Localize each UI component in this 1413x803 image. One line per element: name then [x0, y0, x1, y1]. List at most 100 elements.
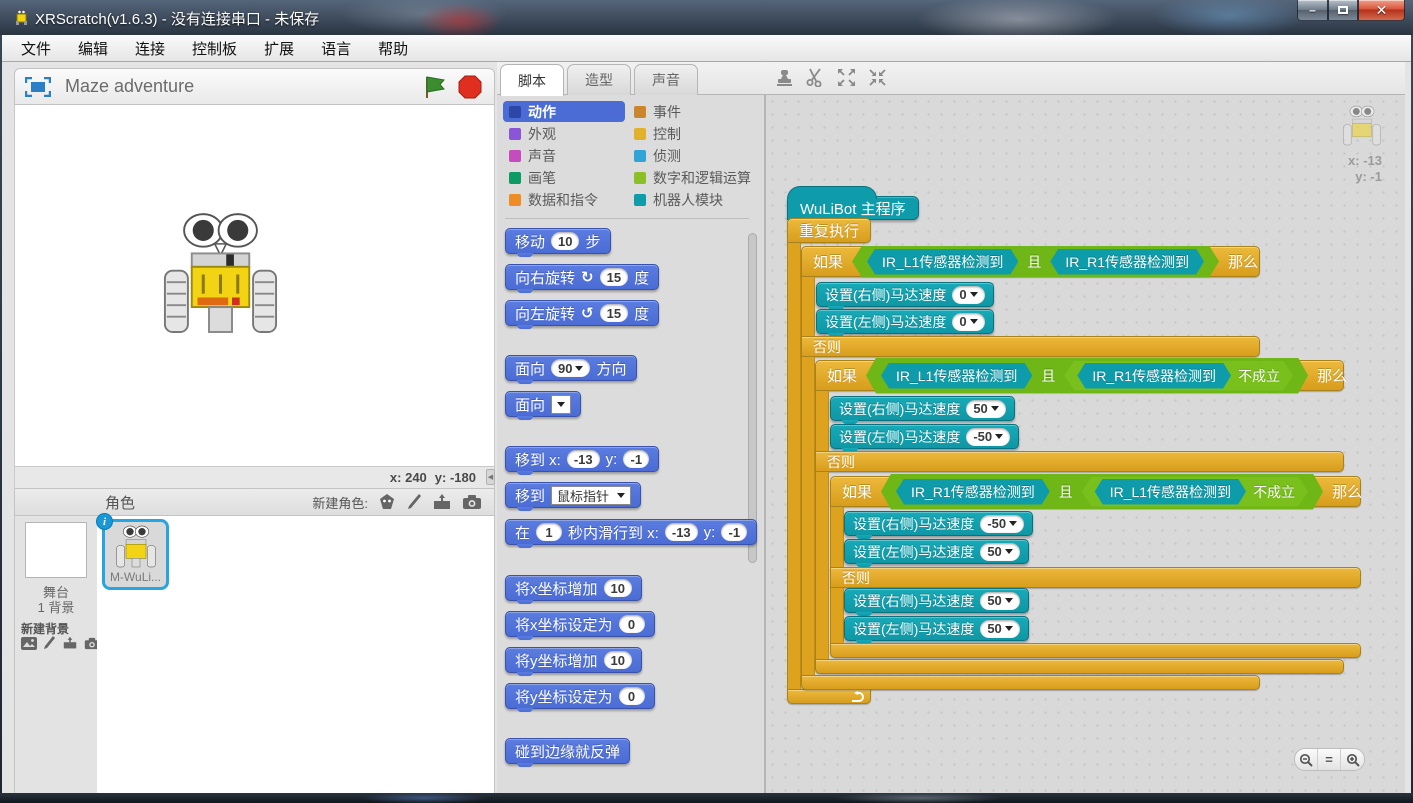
sensor-ir-r1[interactable]: IR_R1传感器检测到	[896, 479, 1050, 505]
hat-block-main-program[interactable]: WuLiBot 主程序	[787, 196, 919, 220]
set-right-motor-block[interactable]: 设置(右侧)马达速度 50	[830, 396, 1015, 421]
script-area[interactable]: x: -13 y: -1 WuLiBot 主程序 重复执行 如果 IR_L1传感…	[765, 95, 1405, 793]
menu-item-board[interactable]: 控制板	[192, 38, 237, 59]
stage-canvas[interactable]	[14, 105, 495, 467]
set-left-motor-block[interactable]: 设置(左侧)马达速度 -50	[830, 424, 1019, 449]
if-block-3-header[interactable]: 如果 IR_R1传感器检测到 且 IR_L1传感器检测到 不成立 那么	[830, 476, 1361, 507]
if-block-1-header[interactable]: 如果 IR_L1传感器检测到 且 IR_R1传感器检测到 那么	[801, 246, 1260, 277]
block-bounce-on-edge[interactable]: 碰到边缘就反弹	[505, 738, 630, 764]
tab-costumes[interactable]: 造型	[567, 64, 631, 95]
block-change-x[interactable]: 将x坐标增加 10	[505, 575, 642, 601]
sensor-ir-l1[interactable]: IR_L1传感器检测到	[881, 363, 1032, 389]
block-change-y[interactable]: 将y坐标增加 10	[505, 647, 642, 673]
y-input[interactable]: -1	[721, 523, 747, 541]
upload-backdrop-icon[interactable]	[62, 636, 78, 650]
menu-item-connect[interactable]: 连接	[135, 38, 165, 59]
block-point-direction[interactable]: 面向 90 方向	[505, 355, 637, 381]
set-left-motor-block[interactable]: 设置(左侧)马达速度 50	[844, 616, 1029, 641]
block-glide[interactable]: 在 1 秒内滑行到 x: -13 y: -1	[505, 519, 757, 545]
point-target-dropdown[interactable]	[551, 395, 571, 414]
sensor-ir-l1[interactable]: IR_L1传感器检测到	[867, 249, 1018, 275]
sensor-ir-r1[interactable]: IR_R1传感器检测到	[1077, 363, 1231, 389]
speed-dropdown[interactable]: 50	[980, 543, 1019, 561]
shrink-sprite-icon[interactable]	[868, 68, 887, 87]
sprite-tile-wulibot[interactable]: i M-WuLi...	[102, 519, 169, 590]
category-operators[interactable]: 数字和逻辑运算	[628, 167, 757, 188]
menu-item-language[interactable]: 语言	[321, 38, 351, 59]
category-events[interactable]: 事件	[628, 101, 687, 122]
new-sprite-library-icon[interactable]	[378, 493, 396, 511]
speed-dropdown[interactable]: 0	[952, 313, 984, 331]
zoom-out-button[interactable]	[1295, 749, 1318, 770]
forever-block-header[interactable]: 重复执行	[787, 218, 871, 243]
menu-item-help[interactable]: 帮助	[378, 38, 408, 59]
stop-button[interactable]	[458, 75, 482, 99]
camera-sprite-icon[interactable]	[462, 494, 482, 510]
category-sound[interactable]: 声音	[503, 145, 562, 166]
goto-target-dropdown[interactable]: 鼠标指针	[551, 486, 631, 505]
palette-scrollbar[interactable]	[748, 233, 757, 563]
backdrop-library-icon[interactable]	[21, 637, 37, 650]
category-pen[interactable]: 画笔	[503, 167, 562, 188]
not-operator[interactable]: IR_R1传感器检测到 不成立	[1064, 361, 1293, 391]
seconds-input[interactable]: 1	[536, 523, 562, 541]
block-set-y[interactable]: 将y坐标设定为 0	[505, 683, 655, 709]
title-bar[interactable]: XRScratch(v1.6.3) - 没有连接串口 - 未保存 – ✕	[0, 0, 1413, 35]
speed-dropdown[interactable]: 50	[980, 592, 1019, 610]
direction-dropdown[interactable]: 90	[551, 359, 590, 377]
sensor-ir-r1[interactable]: IR_R1传感器检测到	[1050, 249, 1204, 275]
tab-scripts[interactable]: 脚本	[500, 64, 564, 96]
maximize-button[interactable]	[1328, 0, 1358, 21]
block-goto-xy[interactable]: 移到 x: -13 y: -1	[505, 446, 659, 472]
minimize-button[interactable]: –	[1297, 0, 1328, 21]
menu-item-file[interactable]: 文件	[21, 38, 51, 59]
category-robot[interactable]: 机器人模块	[628, 189, 729, 210]
speed-dropdown[interactable]: 50	[980, 620, 1019, 638]
not-operator[interactable]: IR_L1传感器检测到 不成立	[1082, 477, 1308, 507]
delete-scissors-icon[interactable]	[806, 68, 825, 87]
block-set-x[interactable]: 将x坐标设定为 0	[505, 611, 655, 637]
duplicate-stamp-icon[interactable]	[775, 68, 794, 87]
sensor-ir-l1[interactable]: IR_L1传感器检测到	[1095, 479, 1246, 505]
set-left-motor-block[interactable]: 设置(左侧)马达速度 50	[844, 539, 1029, 564]
x-input[interactable]: -13	[665, 523, 698, 541]
category-data[interactable]: 数据和指令	[503, 189, 604, 210]
degrees-input[interactable]: 15	[600, 304, 628, 322]
block-turn-left[interactable]: 向左旋转 ↺ 15 度	[505, 300, 659, 326]
block-turn-right[interactable]: 向右旋转 ↻ 15 度	[505, 264, 659, 290]
if-block-2-header[interactable]: 如果 IR_L1传感器检测到 且 IR_R1传感器检测到 不成立 那么	[815, 360, 1344, 391]
dy-input[interactable]: 10	[604, 651, 632, 669]
x-input[interactable]: -13	[567, 450, 600, 468]
sprite-info-icon[interactable]: i	[96, 513, 113, 530]
speed-dropdown[interactable]: -50	[980, 515, 1024, 533]
category-looks[interactable]: 外观	[503, 123, 562, 144]
upload-sprite-icon[interactable]	[432, 493, 452, 511]
menu-item-extensions[interactable]: 扩展	[264, 38, 294, 59]
set-left-motor-block[interactable]: 设置(左侧)马达速度 0	[816, 309, 994, 334]
and-operator[interactable]: IR_R1传感器检测到 且 IR_L1传感器检测到 不成立	[881, 474, 1323, 510]
stage-collapse-arrow[interactable]: ◀	[486, 469, 495, 485]
steps-input[interactable]: 10	[551, 232, 579, 250]
presentation-mode-icon[interactable]	[25, 77, 51, 97]
zoom-in-button[interactable]	[1341, 749, 1364, 770]
block-goto-target[interactable]: 移到 鼠标指针	[505, 482, 641, 508]
category-sensing[interactable]: 侦测	[628, 145, 687, 166]
grow-sprite-icon[interactable]	[837, 68, 856, 87]
tab-sounds[interactable]: 声音	[634, 64, 698, 95]
and-operator[interactable]: IR_L1传感器检测到 且 IR_R1传感器检测到	[852, 246, 1219, 278]
dx-input[interactable]: 10	[604, 579, 632, 597]
set-right-motor-block[interactable]: 设置(右侧)马达速度 -50	[844, 511, 1033, 536]
speed-dropdown[interactable]: -50	[966, 428, 1010, 446]
speed-dropdown[interactable]: 50	[966, 400, 1005, 418]
degrees-input[interactable]: 15	[600, 268, 628, 286]
paint-new-sprite-icon[interactable]	[406, 493, 422, 511]
robot-sprite[interactable]	[163, 212, 278, 337]
category-control[interactable]: 控制	[628, 123, 687, 144]
zoom-reset-button[interactable]: =	[1318, 749, 1341, 770]
green-flag-button[interactable]	[423, 75, 447, 99]
paint-backdrop-icon[interactable]	[43, 636, 56, 650]
x-input[interactable]: 0	[619, 615, 645, 633]
block-point-towards[interactable]: 面向	[505, 391, 581, 417]
menu-item-edit[interactable]: 编辑	[78, 38, 108, 59]
category-motion[interactable]: 动作	[503, 101, 625, 122]
